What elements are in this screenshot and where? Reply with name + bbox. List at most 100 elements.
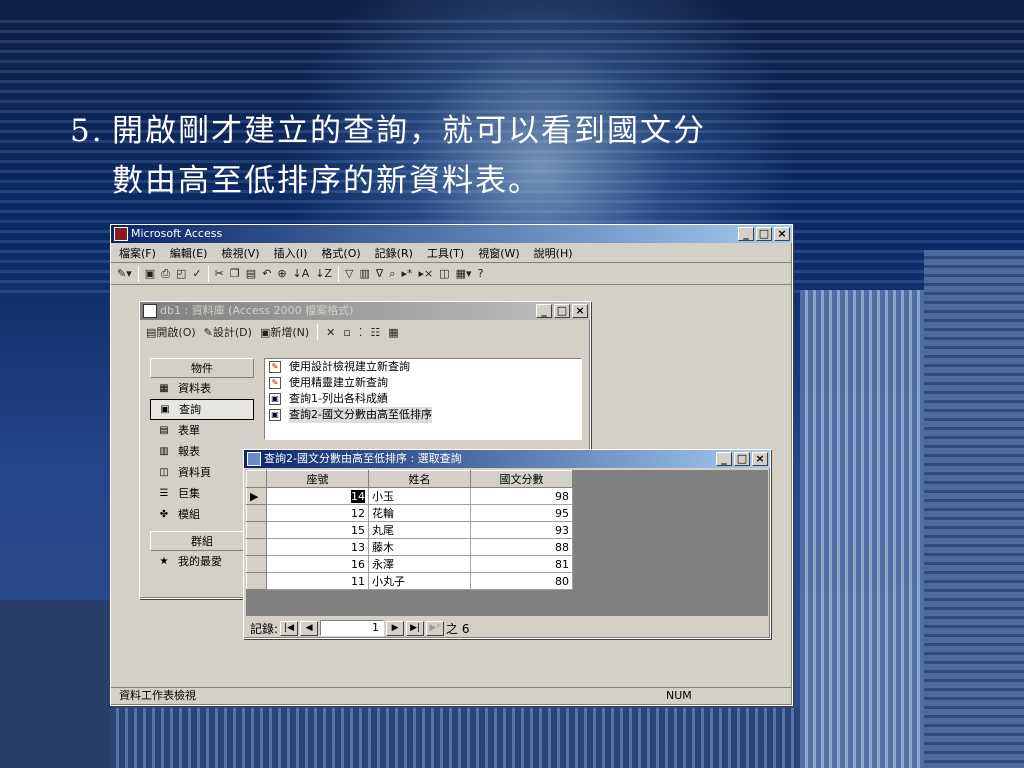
list-item[interactable]: ✎ 使用精靈建立新查詢 — [265, 375, 581, 391]
save-icon[interactable]: ▣ — [145, 267, 155, 280]
design-button[interactable]: ✎設計(D) — [204, 324, 252, 340]
large-icons-icon[interactable]: ▫ — [343, 326, 350, 339]
seat-cell[interactable]: 15 — [266, 521, 369, 539]
print-icon[interactable]: ⎙ — [161, 267, 170, 281]
column-header[interactable]: 座號 — [266, 470, 369, 488]
seat-cell[interactable]: 16 — [266, 555, 369, 573]
group-favorites[interactable]: ★ 我的最愛 — [150, 551, 254, 572]
list-view-icon[interactable]: ☷ — [370, 326, 380, 339]
query-minimize-button[interactable]: _ — [716, 452, 732, 466]
seat-cell[interactable]: 13 — [266, 538, 369, 556]
filter-icon[interactable]: ▽ — [345, 267, 353, 280]
menu-tools[interactable]: 工具(T) — [427, 245, 464, 261]
menu-file[interactable]: 檔案(F) — [119, 245, 156, 261]
seat-cell[interactable]: 12 — [266, 504, 369, 522]
new-object-icon[interactable]: ▦▾ — [456, 267, 472, 280]
access-titlebar[interactable]: Microsoft Access _ □ × — [111, 225, 792, 243]
object-pages[interactable]: ◫ 資料頁 — [150, 462, 254, 483]
score-cell[interactable]: 93 — [470, 521, 573, 539]
db-minimize-button[interactable]: _ — [536, 304, 552, 318]
menu-edit[interactable]: 編輯(E) — [170, 245, 208, 261]
object-tables[interactable]: ▦ 資料表 — [150, 378, 254, 399]
filter-form-icon[interactable]: ▥ — [360, 267, 370, 280]
menu-records[interactable]: 記錄(R) — [375, 245, 413, 261]
view-icon[interactable]: ✎▾ — [117, 267, 132, 280]
next-record-button[interactable]: ▶ — [386, 620, 405, 636]
first-record-button[interactable]: |◀ — [280, 620, 299, 636]
record-selector[interactable] — [246, 521, 267, 539]
score-cell[interactable]: 88 — [470, 538, 573, 556]
name-cell[interactable]: 小丸子 — [368, 572, 471, 590]
select-all[interactable] — [246, 470, 267, 488]
minimize-button[interactable]: _ — [738, 227, 754, 241]
last-record-button[interactable]: ▶| — [406, 620, 425, 636]
open-button[interactable]: ▤開啟(O) — [146, 324, 196, 340]
query-titlebar[interactable]: 查詢2-國文分數由高至低排序 : 選取查詢 _ □ × — [244, 450, 770, 468]
preview-icon[interactable]: ◰ — [176, 267, 186, 280]
database-window-icon[interactable]: ◫ — [439, 267, 449, 280]
maximize-button[interactable]: □ — [756, 227, 772, 241]
delete-record-icon[interactable]: ▸× — [418, 267, 433, 280]
menu-help[interactable]: 說明(H) — [534, 245, 573, 261]
help-icon[interactable]: ? — [478, 267, 484, 280]
list-item[interactable]: ▣ 查詢1-列出各科成績 — [265, 391, 581, 407]
list-item[interactable]: ✎ 使用設計檢視建立新查詢 — [265, 359, 581, 375]
query-maximize-button[interactable]: □ — [734, 452, 750, 466]
record-selector[interactable] — [246, 504, 267, 522]
paste-icon[interactable]: ▤ — [246, 267, 256, 280]
db-maximize-button[interactable]: □ — [554, 304, 570, 318]
name-cell[interactable]: 藤木 — [368, 538, 471, 556]
record-selector[interactable] — [246, 538, 267, 556]
db-close-button[interactable]: × — [572, 304, 588, 318]
object-macros[interactable]: ☰ 巨集 — [150, 483, 254, 504]
sort-asc-icon[interactable]: ↓A — [293, 267, 310, 280]
name-cell[interactable]: 永澤 — [368, 555, 471, 573]
name-cell[interactable]: 花輪 — [368, 504, 471, 522]
seat-cell[interactable]: 11 — [266, 572, 369, 590]
spelling-icon[interactable]: ✓ — [192, 267, 201, 280]
small-icons-icon[interactable]: ⁚ — [359, 326, 363, 339]
menu-window[interactable]: 視窗(W) — [478, 245, 519, 261]
object-queries[interactable]: ▣ 查詢 — [150, 399, 254, 420]
copy-icon[interactable]: ❐ — [230, 267, 240, 280]
record-selector[interactable] — [246, 572, 267, 590]
column-header[interactable]: 姓名 — [368, 470, 471, 488]
score-cell[interactable]: 98 — [470, 487, 573, 505]
score-cell[interactable]: 80 — [470, 572, 573, 590]
record-selector-current[interactable]: ▶ — [246, 487, 267, 505]
object-forms[interactable]: ▤ 表單 — [150, 420, 254, 441]
groups-header[interactable]: 群組 — [150, 531, 254, 551]
sort-desc-icon[interactable]: ↓Z — [315, 267, 332, 280]
query-close-button[interactable]: × — [752, 452, 768, 466]
query-icon: ▣ — [269, 393, 281, 405]
object-reports[interactable]: ▥ 報表 — [150, 441, 254, 462]
menu-format[interactable]: 格式(O) — [321, 245, 360, 261]
close-button[interactable]: × — [774, 227, 790, 241]
query-icon: ▣ — [160, 404, 170, 415]
database-titlebar[interactable]: db1 : 資料庫 (Access 2000 檔案格式) _ □ × — [140, 302, 590, 320]
menu-insert[interactable]: 插入(I) — [274, 245, 308, 261]
record-number-input[interactable]: 1 — [320, 620, 385, 636]
apply-filter-icon[interactable]: ∇ — [376, 267, 383, 280]
undo-icon[interactable]: ↶ — [262, 267, 271, 280]
new-record-button[interactable]: ▶* — [426, 620, 445, 636]
record-selector[interactable] — [246, 555, 267, 573]
column-header[interactable]: 國文分數 — [470, 470, 573, 488]
menu-view[interactable]: 檢視(V) — [221, 245, 259, 261]
name-cell[interactable]: 小玉 — [368, 487, 471, 505]
new-record-icon[interactable]: ▸* — [401, 267, 412, 280]
list-item[interactable]: ▣ 查詢2-國文分數由高至低排序 — [265, 407, 581, 423]
delete-icon[interactable]: ✕ — [326, 326, 335, 339]
prev-record-button[interactable]: ◀ — [300, 620, 319, 636]
seat-cell[interactable]: 14 — [266, 487, 369, 505]
score-cell[interactable]: 81 — [470, 555, 573, 573]
score-cell[interactable]: 95 — [470, 504, 573, 522]
name-cell[interactable]: 丸尾 — [368, 521, 471, 539]
new-button[interactable]: ▣新增(N) — [260, 324, 309, 340]
details-view-icon[interactable]: ▦ — [388, 326, 398, 339]
cut-icon[interactable]: ✂ — [215, 267, 224, 280]
objects-header[interactable]: 物件 — [150, 358, 254, 378]
hyperlink-icon[interactable]: ⊕ — [277, 267, 286, 280]
object-modules[interactable]: ✤ 模組 — [150, 504, 254, 525]
find-icon[interactable]: ⌕ — [389, 267, 395, 281]
